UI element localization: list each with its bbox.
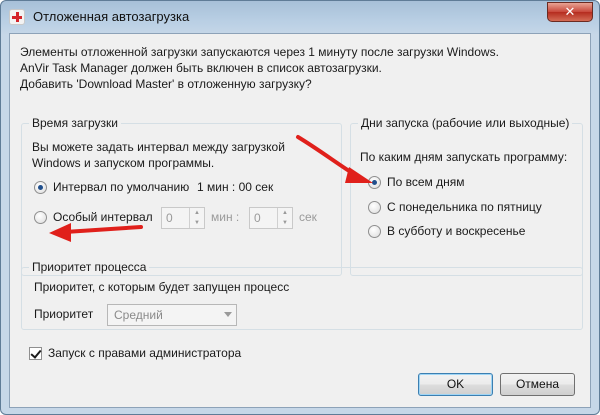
radio-weekdays[interactable]	[368, 201, 381, 214]
radio-weekend-label[interactable]: В субботу и воскресенье	[387, 224, 525, 238]
radio-weekend[interactable]	[368, 225, 381, 238]
radio-all-days-label[interactable]: По всем дням	[387, 175, 465, 189]
radio-all-days[interactable]	[368, 176, 381, 189]
radio-default-interval-label[interactable]: Интервал по умолчанию	[53, 180, 189, 194]
chevron-down-icon[interactable]	[224, 312, 232, 317]
priority-group: Приоритет процесса	[21, 260, 583, 330]
ok-button[interactable]: OK	[418, 373, 493, 396]
priority-description: Приоритет, с которым будет запущен проце…	[34, 280, 290, 294]
load-time-description-line-2: Windows и запуском программы.	[32, 156, 215, 170]
minutes-value: 0	[166, 211, 173, 225]
priority-label: Приоритет	[34, 307, 94, 321]
close-button[interactable]: ✕	[547, 2, 593, 22]
priority-value: Средний	[114, 308, 163, 322]
dialog-client-area: Элементы отложенной загрузки запускаются…	[9, 33, 591, 408]
admin-checkbox-label[interactable]: Запуск с правами администратора	[48, 346, 241, 360]
radio-default-interval[interactable]	[34, 181, 47, 194]
seconds-spinner[interactable]: 0 ▲ ▼	[249, 207, 293, 229]
launch-days-question: По каким дням запускать программу:	[360, 150, 568, 164]
spin-arrows-icon[interactable]: ▲ ▼	[277, 208, 292, 228]
priority-legend: Приоритет процесса	[32, 260, 147, 274]
window-title: Отложенная автозагрузка	[33, 9, 190, 24]
minutes-spinner[interactable]: 0 ▲ ▼	[161, 207, 205, 229]
spin-arrows-icon[interactable]: ▲ ▼	[189, 208, 204, 228]
intro-line-3: Добавить 'Download Master' в отложенную …	[20, 77, 312, 91]
admin-checkbox[interactable]	[29, 347, 42, 360]
minutes-unit: мин :	[211, 210, 240, 224]
default-interval-value: 1 мин : 00 сек	[197, 180, 274, 194]
priority-select[interactable]: Средний	[107, 304, 237, 326]
intro-line-2: AnVir Task Manager должен быть включен в…	[20, 61, 382, 75]
intro-text: Элементы отложенной загрузки запускаются…	[20, 44, 560, 92]
radio-weekdays-label[interactable]: С понедельника по пятницу	[387, 200, 542, 214]
load-time-legend: Время загрузки	[32, 116, 118, 130]
radio-custom-interval[interactable]	[34, 211, 47, 224]
app-cross-icon	[9, 9, 25, 25]
dialog-window: Отложенная автозагрузка ✕ Элементы отлож…	[0, 0, 600, 415]
load-time-description-line-1: Вы можете задать интервал между загрузко…	[32, 140, 285, 154]
launch-days-group: Дни запуска (рабочие или выходные)	[350, 116, 583, 276]
title-bar[interactable]: Отложенная автозагрузка ✕	[1, 1, 599, 33]
cancel-button[interactable]: Отмена	[500, 373, 575, 396]
seconds-value: 0	[254, 211, 261, 225]
radio-custom-interval-label[interactable]: Особый интервал	[53, 210, 153, 224]
intro-line-1: Элементы отложенной загрузки запускаются…	[20, 45, 499, 59]
launch-days-legend: Дни запуска (рабочие или выходные)	[361, 116, 570, 130]
seconds-unit: сек	[299, 210, 317, 224]
